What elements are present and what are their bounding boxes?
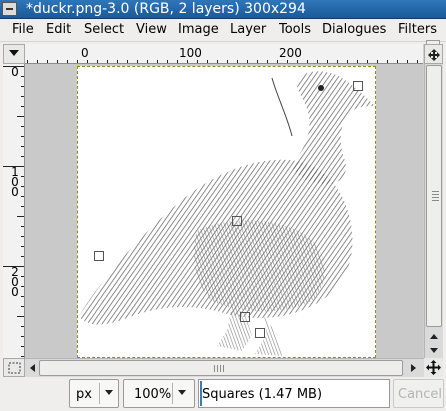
menu-filters-label: Filters	[398, 22, 437, 37]
menu-layer[interactable]: Layer	[230, 22, 266, 37]
vertical-ruler[interactable]: 0 100 200	[3, 64, 25, 358]
scroll-up-icon[interactable]	[427, 330, 441, 344]
combo-separator	[172, 383, 173, 404]
horizontal-scroll-thumb[interactable]	[39, 360, 403, 376]
scroll-grip	[432, 191, 439, 201]
menu-tools-label: Tools	[279, 22, 312, 37]
vertical-scrollbar[interactable]	[424, 64, 443, 358]
transform-handle[interactable]	[240, 312, 250, 322]
zoom-value: 100%	[134, 387, 172, 402]
vertical-scroll-thumb[interactable]	[426, 65, 442, 327]
combo-separator	[99, 383, 100, 404]
vruler-label-100: 100	[11, 165, 19, 199]
status-bar: px 100% Squares (1.47 MB) Cancel	[0, 377, 446, 411]
ruler-label-200: 200	[279, 46, 302, 60]
transform-handle[interactable]	[255, 328, 265, 338]
ruler-label-100: 100	[179, 46, 202, 60]
unit-value: px	[76, 387, 92, 402]
canvas-view[interactable]	[25, 64, 423, 358]
menu-dialogues-label: Dialogues	[322, 22, 387, 37]
pointer-triangle-icon[interactable]	[3, 44, 25, 64]
scroll-right-icon[interactable]	[406, 361, 420, 375]
horizontal-scrollbar[interactable]	[25, 358, 424, 377]
vruler-label-200: 200	[11, 265, 19, 299]
window-menu-icon[interactable]	[2, 2, 17, 16]
menu-dialogues[interactable]: Dialogues	[322, 22, 386, 37]
menu-select-label: Select	[84, 22, 125, 37]
unit-select[interactable]: px	[69, 379, 119, 408]
chevron-down-icon	[105, 390, 113, 395]
chevron-down-icon	[178, 390, 186, 395]
menu-image-label: Image	[178, 22, 219, 37]
menu-file-label: File	[12, 22, 34, 37]
transform-handle[interactable]	[232, 216, 242, 226]
status-message-text: Squares (1.47 MB)	[202, 387, 323, 402]
scroll-down-icon[interactable]	[427, 343, 441, 357]
zoom-select[interactable]: 100%	[123, 379, 195, 408]
transform-handle[interactable]	[353, 81, 363, 91]
scroll-left-icon[interactable]	[26, 361, 40, 375]
menu-select[interactable]: Select	[84, 22, 124, 37]
menu-filters[interactable]: Filters	[398, 22, 437, 37]
menu-tools[interactable]: Tools	[279, 22, 311, 37]
zoom-dotted-square-icon[interactable]	[3, 358, 25, 377]
navigate-corner[interactable]	[424, 358, 443, 377]
menu-view[interactable]: View	[136, 22, 167, 37]
ruler-label-0: 0	[81, 46, 89, 60]
layer-boundary	[77, 66, 376, 358]
menu-bar: File Edit Select View Image Layer Tools …	[0, 19, 446, 58]
title-bar: *duckr.png-3.0 (RGB, 2 layers) 300x294	[0, 0, 446, 19]
cancel-label: Cancel	[398, 387, 443, 402]
menu-file[interactable]: File	[12, 22, 34, 37]
menu-edit[interactable]: Edit	[46, 22, 71, 37]
cancel-button[interactable]: Cancel	[393, 379, 444, 408]
menu-view-label: View	[136, 22, 167, 37]
menu-layer-label: Layer	[230, 22, 267, 37]
menu-edit-label: Edit	[46, 22, 72, 37]
scroll-grip	[214, 365, 226, 372]
vruler-label-0: 0	[11, 65, 19, 79]
horizontal-ruler[interactable]: 0 100 200	[25, 44, 423, 64]
duck-image[interactable]	[77, 66, 376, 358]
status-message: Squares (1.47 MB)	[198, 379, 390, 408]
menu-image[interactable]: Image	[178, 22, 219, 37]
transform-handle[interactable]	[94, 251, 104, 261]
move-cross-icon[interactable]	[424, 44, 443, 64]
window-title: *duckr.png-3.0 (RGB, 2 layers) 300x294	[26, 1, 306, 17]
